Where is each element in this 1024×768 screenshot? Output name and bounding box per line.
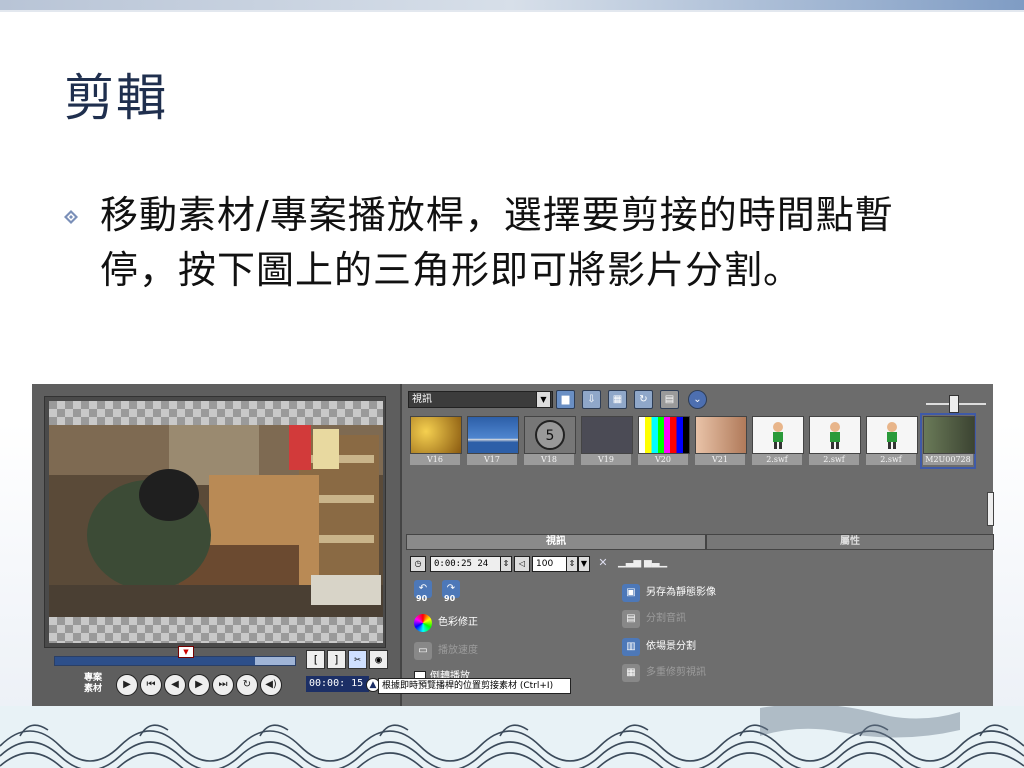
clock-icon: ◷ [410,556,426,572]
project-clip-mode-label[interactable]: 專案 素材 [84,673,114,695]
fade-in-icon[interactable]: ▁▃▅ [618,556,641,570]
thumbnail-label: V21 [695,454,745,465]
mode-clip-label: 素材 [84,684,103,694]
library-thumbnail[interactable]: 2.swf [752,416,804,466]
playback-scrubber[interactable] [54,656,296,666]
scene-split-icon: ▥ [622,638,640,656]
end-icon[interactable]: ⏭ [212,674,234,696]
library-thumbnail[interactable]: V19 [581,416,633,466]
camera-icon: ▣ [622,584,640,602]
thumbnail-image [410,416,462,454]
split-triangle-marker[interactable]: ▼ [178,646,194,658]
thumbnail-image [638,416,690,454]
chevron-down-icon[interactable]: ▼ [536,391,551,408]
fade-out-icon[interactable]: ▅▃▁ [644,556,667,570]
library-pane: 視訊 ▼ ▆ ⇩ ▦ ↻ ▤ ⌄ V16 V17 5 V18 V19 V20 V… [402,384,994,708]
library-manager-icon[interactable]: ▦ [608,390,627,409]
mute-icon[interactable]: ✕ [596,556,610,570]
library-thumbnail[interactable]: 2.swf [866,416,918,466]
rotate-right-label: 90 [444,594,456,603]
library-thumbnail[interactable]: V16 [410,416,462,466]
preview-pane: ▼ [] ✂ ◉ 專案 素材 ▶ ⏮ ◀ ▶ ⏭ ↻ ◀) 00:00: 15 ▲ … [32,384,571,708]
diamond-bullet-icon [64,210,78,224]
library-scrollbar[interactable] [987,492,994,526]
refresh-icon[interactable]: ↻ [634,390,653,409]
color-correction-label: 色彩修正 [438,617,478,628]
thumbnail-label: 2.swf [866,454,916,465]
folder-icon[interactable]: ▆ [556,390,575,409]
tab-video[interactable]: 視訊 [406,534,706,550]
volume-icon: ◁ [514,556,530,572]
duration-stepper[interactable]: ⇕ [500,556,512,572]
thumbnail-label: V20 [638,454,688,465]
import-icon[interactable]: ⇩ [582,390,601,409]
thumbnail-image [923,416,975,454]
volume-input[interactable]: 100 [532,556,567,572]
expand-icon[interactable]: ⌄ [688,390,707,409]
library-thumbnail-selected[interactable]: M2U00728 [920,413,976,469]
mark-out-button[interactable]: ] [327,650,346,669]
scrubber-progress [55,657,255,665]
duration-input[interactable]: 0:00:25 24 [430,556,503,572]
preview-frame [44,396,386,648]
library-thumbnail[interactable]: V17 [467,416,519,466]
volume-stepper[interactable]: ⇕ [566,556,578,572]
library-category-select[interactable]: 視訊 [408,391,553,408]
options-icon[interactable]: ▤ [660,390,679,409]
split-audio-label: 分割音訊 [646,613,686,624]
speed-icon: ▭ [414,642,432,660]
slider-thumb[interactable] [949,395,959,413]
video-frame-image [49,425,383,617]
thumbnail-label: V18 [524,454,574,465]
scene-split-label: 依場景分割 [646,641,696,652]
thumbnail-label: V16 [410,454,460,465]
previous-frame-icon[interactable]: ◀ [164,674,186,696]
mode-project-label: 專案 [84,673,103,683]
thumbnail-image: 5 [524,416,576,454]
thumbnail-label: V19 [581,454,631,465]
multi-trim-icon: ▦ [622,664,640,682]
thumbnail-image [467,416,519,454]
thumbnail-image [581,416,633,454]
library-thumbnail[interactable]: 2.swf [809,416,861,466]
thumbnail-label: 2.swf [809,454,859,465]
scissors-icon[interactable]: ✂ [348,650,367,669]
library-toolbar: 視訊 ▼ ▆ ⇩ ▦ ↻ ▤ ⌄ [406,390,988,413]
next-frame-icon[interactable]: ▶ [188,674,210,696]
enlarge-preview-icon[interactable]: ◉ [369,650,388,669]
svg-text:5: 5 [546,428,555,444]
playback-speed-label: 播放速度 [438,645,478,656]
bullet-text: 移動素材/專案播放桿，選擇要剪接的時間點暫停，按下圖上的三角形即可將影片分割。 [100,193,894,292]
color-wheel-icon [414,614,432,632]
thumbnail-image [752,416,804,454]
wave-pattern-footer [0,706,1024,768]
thumbnail-label: V17 [467,454,517,465]
library-thumbnail[interactable]: V20 [638,416,690,466]
library-thumbnail[interactable]: 5 V18 [524,416,576,466]
tab-attributes[interactable]: 屬性 [706,534,994,550]
editor-screenshot: ▼ [] ✂ ◉ 專案 素材 ▶ ⏮ ◀ ▶ ⏭ ↻ ◀) 00:00: 15 ▲ … [32,384,994,708]
thumbnail-image [695,416,747,454]
volume-icon[interactable]: ◀) [260,674,282,696]
rotate-left-label: 90 [416,594,428,603]
thumbnail-label: 2.swf [752,454,802,465]
play-icon[interactable]: ▶ [116,674,138,696]
home-icon[interactable]: ⏮ [140,674,162,696]
thumbnail-label: M2U00728 [923,454,973,465]
thumbnail-image [866,416,918,454]
library-thumbnail[interactable]: V21 [695,416,747,466]
mark-buttons: [] ✂ ◉ [306,648,390,669]
slide-title: 剪輯 [64,69,168,127]
save-still-label: 另存為靜態影像 [646,587,716,598]
thumbnail-image [809,416,861,454]
top-accent-bar [0,0,1024,12]
repeat-icon[interactable]: ↻ [236,674,258,696]
mark-in-button[interactable]: [ [306,650,325,669]
timecode-display[interactable]: 00:00: 15 [306,676,369,692]
options-tabs: 視訊 屬性 [406,534,994,550]
split-audio-icon: ▤ [622,610,640,628]
volume-dropdown[interactable]: ▼ [578,556,590,572]
multi-trim-label: 多重修剪視訊 [646,667,706,678]
split-tooltip: 根據即時預覽播桿的位置剪接素材 (Ctrl+I) [378,678,571,694]
